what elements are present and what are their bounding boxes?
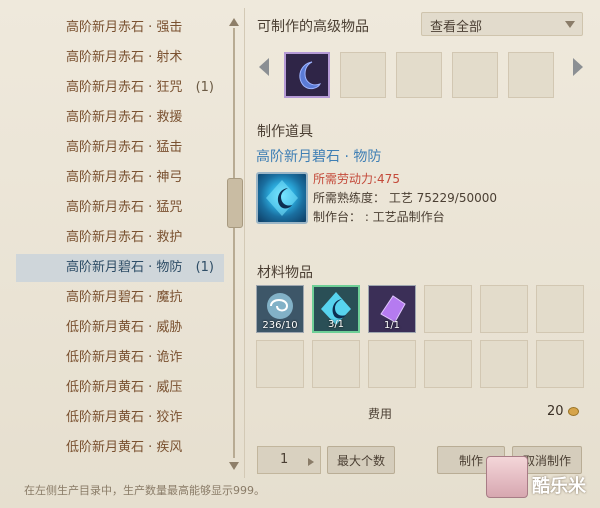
- fee-value: 20: [547, 404, 564, 419]
- list-item-label: 高阶新月赤石 · 神弓: [66, 170, 183, 185]
- fee-label: 费用: [368, 407, 393, 421]
- scroll-down-arrow-icon[interactable]: [229, 462, 239, 470]
- list-item[interactable]: 低阶新月黄石 · 疾风: [16, 434, 224, 462]
- list-item[interactable]: 高阶新月赤石 · 神弓: [16, 164, 224, 192]
- crescent-moon-icon: [299, 61, 322, 90]
- material-slot[interactable]: 236/10: [256, 285, 304, 333]
- material-slot-empty[interactable]: [424, 340, 472, 388]
- list-item-count: (1): [195, 260, 214, 275]
- list-item[interactable]: 高阶新月赤石 · 猛击: [16, 134, 224, 162]
- craftable-item-slot[interactable]: [452, 52, 498, 98]
- quantity-value: 1: [280, 452, 289, 467]
- list-item-label: 低阶新月黄石 · 狡诈: [66, 410, 183, 425]
- tool-item-name: 高阶新月碧石 · 物防: [256, 149, 382, 165]
- list-item-label: 高阶新月碧石 · 物防: [66, 260, 183, 275]
- coin-icon: [568, 407, 579, 416]
- labor-cost: 所需劳动力:475: [313, 172, 400, 186]
- material-slot-empty[interactable]: [256, 340, 304, 388]
- proficiency-requirement: 所需熟练度： 工艺 75229/50000: [313, 191, 498, 205]
- list-item[interactable]: 高阶新月赤石 · 救护: [16, 224, 224, 252]
- craftable-item-slot[interactable]: [396, 52, 442, 98]
- scroll-up-arrow-icon[interactable]: [229, 18, 239, 26]
- list-item-label: 高阶新月碧石 · 魔抗: [66, 290, 183, 305]
- production-list: 高阶新月赤石 · 强击 高阶新月赤石 · 射术 高阶新月赤石 · 狂咒 (1) 高阶新月…: [8, 12, 232, 474]
- list-item[interactable]: 低阶新月黄石 · 诡诈: [16, 344, 224, 372]
- material-slot[interactable]: 3/1: [312, 285, 360, 333]
- material-slot-empty[interactable]: [480, 285, 528, 333]
- list-item-count: (1): [195, 80, 214, 95]
- watermark: 酷乐米: [532, 476, 586, 497]
- tool-section-title: 制作道具: [257, 124, 313, 140]
- material-slot-empty[interactable]: [312, 340, 360, 388]
- list-item-label: 低阶新月黄石 · 威胁: [66, 320, 183, 335]
- craftable-item-slot[interactable]: [340, 52, 386, 98]
- list-item[interactable]: 高阶新月赤石 · 强击: [16, 14, 224, 42]
- list-item[interactable]: 低阶新月黄石 · 威胁: [16, 314, 224, 342]
- material-slot-empty[interactable]: [536, 340, 584, 388]
- scroll-track-line: [233, 28, 235, 458]
- list-item[interactable]: 低阶新月黄石 · 威压: [16, 374, 224, 402]
- workbench: 制作台： : 工艺品制作台: [313, 210, 445, 224]
- craftable-title: 可制作的高级物品: [257, 19, 369, 35]
- craftable-item-slot[interactable]: [508, 52, 554, 98]
- crescent-gem-icon: [266, 180, 298, 216]
- materials-section-title: 材料物品: [257, 265, 313, 281]
- quantity-arrow-icon[interactable]: [308, 458, 314, 466]
- material-slot-empty[interactable]: [480, 340, 528, 388]
- prev-page-arrow-icon[interactable]: [259, 58, 269, 76]
- next-page-arrow-icon[interactable]: [573, 58, 583, 76]
- material-slot-empty[interactable]: [368, 340, 416, 388]
- filter-dropdown-label: 查看全部: [430, 20, 483, 35]
- list-item[interactable]: 高阶新月赤石 · 救援: [16, 104, 224, 132]
- filter-dropdown[interactable]: 查看全部: [421, 12, 583, 36]
- max-quantity-button[interactable]: 最大个数: [327, 446, 395, 474]
- list-item[interactable]: 高阶新月赤石 · 猛咒: [16, 194, 224, 222]
- material-slot-empty[interactable]: [536, 285, 584, 333]
- list-item[interactable]: 高阶新月赤石 · 狂咒 (1): [16, 74, 224, 102]
- list-item[interactable]: 高阶新月赤石 · 射术: [16, 44, 224, 72]
- craftable-item-slot[interactable]: [284, 52, 330, 98]
- list-item-label: 低阶新月黄石 · 疾风: [66, 440, 183, 455]
- tool-info: 所需劳动力:475 所需熟练度： 工艺 75229/50000 制作台： : 工…: [313, 170, 497, 227]
- material-qty: 1/1: [383, 320, 401, 331]
- list-item-label: 高阶新月赤石 · 狂咒: [66, 80, 183, 95]
- list-item-label: 高阶新月赤石 · 射术: [66, 50, 183, 65]
- tool-item-icon[interactable]: [256, 172, 308, 224]
- list-item[interactable]: 低阶新月黄石 · 狡诈: [16, 404, 224, 432]
- list-scrollbar[interactable]: [227, 18, 243, 470]
- panel-divider: [244, 8, 245, 478]
- site-logo-badge: [486, 456, 528, 498]
- chevron-down-icon: [565, 21, 575, 28]
- list-item-label: 高阶新月赤石 · 救援: [66, 110, 183, 125]
- list-item-label: 高阶新月赤石 · 救护: [66, 230, 183, 245]
- list-item-label: 低阶新月黄石 · 威压: [66, 380, 183, 395]
- list-item-label: 高阶新月赤石 · 强击: [66, 20, 183, 35]
- material-qty: 3/1: [327, 319, 345, 330]
- material-qty: 236/10: [262, 320, 298, 331]
- list-item-label: 高阶新月赤石 · 猛咒: [66, 200, 183, 215]
- list-item[interactable]: 高阶新月碧石 · 物防 (1): [16, 254, 224, 282]
- material-slot[interactable]: 1/1: [368, 285, 416, 333]
- material-slot-empty[interactable]: [424, 285, 472, 333]
- scroll-thumb[interactable]: [227, 178, 243, 228]
- list-item-label: 低阶新月黄石 · 诡诈: [66, 350, 183, 365]
- quantity-stepper[interactable]: 1: [257, 446, 321, 474]
- list-item-label: 高阶新月赤石 · 猛击: [66, 140, 183, 155]
- list-item[interactable]: 高阶新月碧石 · 魔抗: [16, 284, 224, 312]
- footer-note: 在左侧生产目录中，生产数量最高能够显示999。: [24, 484, 265, 497]
